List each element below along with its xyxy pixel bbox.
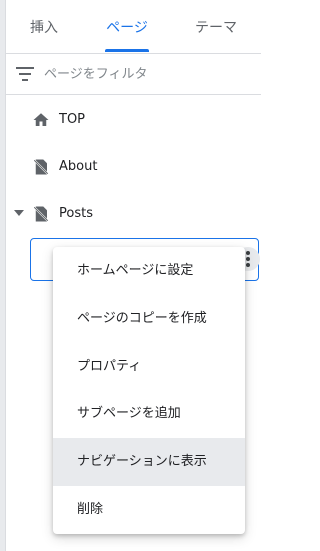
dot <box>246 257 250 261</box>
active-tab-indicator <box>105 49 149 52</box>
home-icon <box>32 111 50 129</box>
page-label: About <box>59 159 98 174</box>
page-item-posts[interactable]: Posts <box>6 194 261 234</box>
page-label: Posts <box>59 206 93 221</box>
menu-item-show-in-navigation[interactable]: ナビゲーションに表示 <box>53 438 245 486</box>
hidden-page-icon <box>32 205 50 223</box>
menu-item-properties[interactable]: プロパティ <box>53 343 245 391</box>
page-item-top[interactable]: TOP <box>6 100 261 140</box>
page-label: TOP <box>59 112 86 127</box>
page-filter <box>6 54 261 95</box>
page-context-menu: ホームページに設定 ページのコピーを作成 プロパティ サブページを追加 ナビゲー… <box>53 247 245 534</box>
menu-item-delete[interactable]: 削除 <box>53 486 245 534</box>
tab-bar: 挿入 ページ テーマ <box>6 0 261 54</box>
tab-pages[interactable]: ページ <box>102 0 152 53</box>
page-item-about[interactable]: About <box>6 147 261 187</box>
dot <box>246 263 250 267</box>
filter-list-icon[interactable] <box>16 67 34 81</box>
menu-item-set-homepage[interactable]: ホームページに設定 <box>53 247 245 295</box>
page-filter-input[interactable] <box>44 63 244 85</box>
menu-item-duplicate-page[interactable]: ページのコピーを作成 <box>53 295 245 343</box>
expand-arrow-icon[interactable] <box>14 210 24 216</box>
dot <box>246 251 250 255</box>
tab-insert[interactable]: 挿入 <box>24 0 64 53</box>
hidden-page-icon <box>32 158 50 176</box>
tab-theme[interactable]: テーマ <box>190 0 242 53</box>
menu-item-add-subpage[interactable]: サブページを追加 <box>53 390 245 438</box>
pages-panel: 挿入 ページ テーマ TOP About <box>0 0 261 551</box>
